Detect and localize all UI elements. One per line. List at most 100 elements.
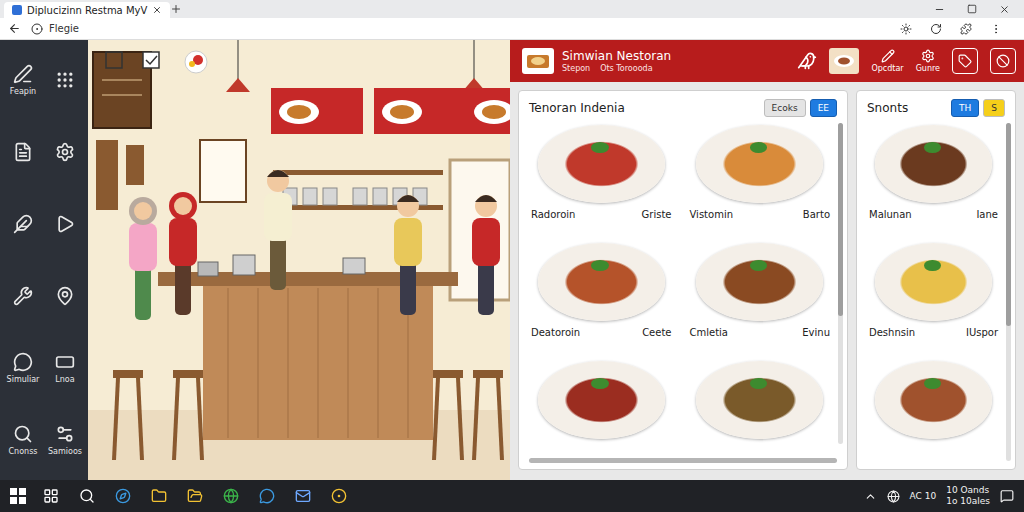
- sidebar-item[interactable]: [44, 132, 86, 172]
- logo-icon: [522, 48, 554, 74]
- scrollbar[interactable]: [1006, 123, 1011, 461]
- location-icon: [55, 286, 75, 306]
- explorer-button[interactable]: [184, 485, 206, 507]
- action-label: Gunre: [916, 64, 940, 73]
- minimize-icon[interactable]: [934, 4, 945, 15]
- dish-photo: [867, 123, 1000, 205]
- windows-logo-icon[interactable]: [10, 488, 26, 504]
- search-icon: [13, 424, 33, 444]
- maximize-icon[interactable]: [967, 4, 977, 14]
- sidebar-item[interactable]: [2, 276, 44, 316]
- sidebar-item[interactable]: [2, 132, 44, 172]
- notification-icon[interactable]: [1000, 489, 1014, 503]
- app-button[interactable]: [328, 485, 350, 507]
- dish-item[interactable]: Malunan Iane: [867, 123, 1000, 227]
- dish-item[interactable]: DeshnsinIUspor: [867, 241, 1000, 345]
- dish-item[interactable]: CmletiaEvinu: [688, 241, 833, 345]
- extension-icon[interactable]: [960, 23, 972, 35]
- tab-title: Diplucizinn Restma MyV: [27, 5, 147, 16]
- person: [264, 170, 292, 290]
- sidebar-item[interactable]: Feapin: [2, 60, 44, 100]
- filter-chip[interactable]: S: [983, 99, 1005, 117]
- chevron-up-icon[interactable]: [864, 490, 877, 503]
- scrollbar-thumb[interactable]: [1006, 123, 1011, 326]
- system-tray: AC 10 10 Oands1o 10ales: [864, 485, 1014, 507]
- dish-name: Cmletia: [690, 327, 728, 338]
- sidebar-item[interactable]: Lnoa: [44, 348, 86, 388]
- card-body: Malunan Iane DeshnsinIUspor: [857, 123, 1015, 469]
- dish-name: Deatoroin: [531, 327, 580, 338]
- refresh-icon[interactable]: [930, 23, 942, 35]
- close-icon[interactable]: [999, 4, 1010, 15]
- sidebar-item[interactable]: Samioos: [44, 420, 86, 460]
- action-label: Opcdtar: [871, 64, 903, 73]
- dish-item[interactable]: [529, 359, 674, 452]
- browser-tab[interactable]: Diplucizinn Restma MyV: [4, 2, 170, 18]
- task-view-button[interactable]: [40, 485, 62, 507]
- sidebar-item[interactable]: Simuliar: [2, 348, 44, 388]
- person: [472, 195, 500, 315]
- edge-button[interactable]: [256, 485, 278, 507]
- dish-item[interactable]: RadoroinGriste: [529, 123, 674, 227]
- theme-icon[interactable]: [900, 23, 912, 35]
- sidebar-item[interactable]: [44, 60, 86, 100]
- app-button[interactable]: [112, 485, 134, 507]
- network-icon[interactable]: [887, 490, 900, 503]
- edit-button[interactable]: Opcdtar: [871, 49, 903, 73]
- close-tab-icon[interactable]: [152, 5, 162, 15]
- filter-chip[interactable]: EE: [810, 99, 837, 117]
- subtitle-left: Stepon: [562, 64, 590, 73]
- card-header: Tenoran IndeniaEcoksEE: [519, 91, 847, 123]
- scrollbar-thumb[interactable]: [838, 123, 843, 316]
- play-icon: [55, 214, 75, 234]
- sidebar-item[interactable]: [44, 276, 86, 316]
- new-tab-button[interactable]: [170, 0, 182, 18]
- grid-icon: [43, 488, 59, 504]
- sidebar: Feapin Simuliar LnoaCnonssSamioos: [0, 40, 88, 480]
- sidebar-label: Simuliar: [7, 375, 40, 384]
- filter-chip[interactable]: TH: [951, 99, 979, 117]
- ban-icon: [996, 54, 1010, 68]
- sidebar-item[interactable]: [44, 204, 86, 244]
- block-button[interactable]: [990, 48, 1016, 74]
- dish-caption: Malunan Iane: [867, 209, 1000, 220]
- sidebar-item[interactable]: [2, 204, 44, 244]
- compass-icon: [115, 488, 131, 504]
- dish-caption: RadoroinGriste: [529, 209, 674, 220]
- clock[interactable]: 10 Oands1o 10ales: [946, 485, 990, 507]
- dish-name: Vistomin: [690, 209, 734, 220]
- document-icon: [13, 142, 33, 162]
- tag-button[interactable]: [952, 48, 978, 74]
- tray-text: AC 10: [910, 491, 937, 501]
- horizontal-scrollbar[interactable]: [529, 458, 837, 463]
- back-arrow-icon[interactable]: [8, 22, 21, 35]
- bird-icon[interactable]: [797, 51, 817, 71]
- dish-item[interactable]: [867, 359, 1000, 463]
- dish-name: Malunan: [869, 209, 912, 220]
- filter-chip[interactable]: Ecoks: [764, 99, 806, 117]
- dish-item[interactable]: DeatoroinCeete: [529, 241, 674, 345]
- plate: [538, 243, 665, 320]
- stool: [113, 370, 143, 460]
- food-thumbnail[interactable]: [829, 48, 859, 74]
- gear-icon: [55, 142, 75, 162]
- stool: [433, 370, 463, 460]
- app-subtitle: SteponOts Toroooda: [562, 64, 671, 73]
- tools-icon: [13, 286, 33, 306]
- settings-button[interactable]: Gunre: [916, 49, 940, 73]
- browser-button[interactable]: [220, 485, 242, 507]
- dish-item[interactable]: VistominBarto: [688, 123, 833, 227]
- plate: [875, 361, 992, 438]
- search-button[interactable]: [76, 485, 98, 507]
- files-button[interactable]: [148, 485, 170, 507]
- restaurant-illustration: [88, 40, 510, 480]
- sidebar-item[interactable]: Cnonss: [2, 420, 44, 460]
- dish-tag: Iane: [976, 209, 998, 220]
- mail-button[interactable]: [292, 485, 314, 507]
- dish-item[interactable]: [688, 359, 833, 452]
- plate: [875, 243, 992, 320]
- chip-group: THS: [951, 99, 1005, 117]
- menu-icon[interactable]: [990, 23, 1002, 35]
- address-bar[interactable]: Flegie: [31, 23, 79, 35]
- scrollbar[interactable]: [838, 123, 843, 444]
